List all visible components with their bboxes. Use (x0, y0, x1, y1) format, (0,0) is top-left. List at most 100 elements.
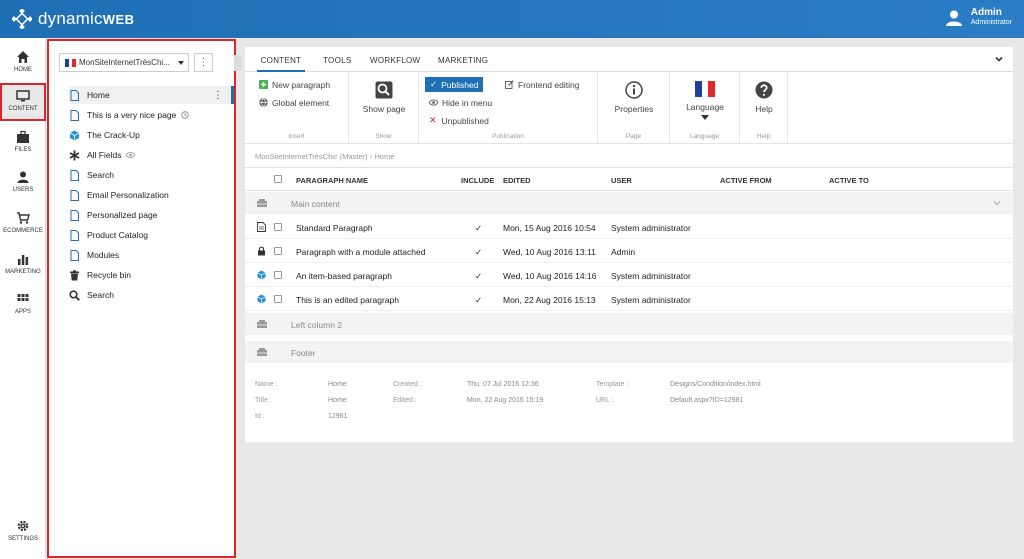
x-icon: ✕ (429, 115, 437, 125)
edited-date: Wed, 10 Aug 2016 14:16 (503, 271, 597, 281)
user-icon (945, 9, 963, 27)
tree-item-search-page[interactable]: Search (69, 166, 234, 184)
row-checkbox[interactable] (274, 271, 282, 279)
row-checkbox[interactable] (274, 295, 282, 303)
tree-item-home[interactable]: Home ⋮ (69, 86, 234, 104)
table-row[interactable]: Standard Paragraph ✓ Mon, 15 Aug 2016 10… (245, 215, 1013, 239)
new-paragraph-button[interactable]: New paragraph (259, 77, 330, 92)
info-icon (625, 81, 643, 99)
col-active-from[interactable]: ACTIVE FROM (720, 176, 772, 185)
meta-id-value: 12981 (328, 413, 348, 420)
nav-content[interactable]: CONTENT (0, 83, 46, 121)
frontend-editing-label: Frontend editing (518, 79, 580, 90)
show-page-label: Show page (362, 104, 406, 114)
nav-home[interactable]: HOME (0, 44, 46, 82)
user-menu[interactable]: Admin Administrator (945, 7, 1012, 28)
logo[interactable]: dynamicWEB (11, 8, 135, 30)
section-main-content[interactable]: Main content (245, 192, 1013, 214)
tree-item-label: Recycle bin (87, 270, 131, 280)
user-icon (17, 171, 29, 183)
left-nav: HOME CONTENT FILES USERS ECOMMERCE MARKE… (0, 38, 46, 559)
properties-button[interactable]: Properties (598, 81, 670, 114)
table-row[interactable]: Paragraph with a module attached ✓ Wed, … (245, 239, 1013, 263)
hide-in-menu-button[interactable]: Hide in menu (429, 95, 492, 110)
tree-item-product-catalog[interactable]: Product Catalog (69, 226, 234, 244)
unpublished-label: Unpublished (441, 115, 489, 126)
col-include[interactable]: INCLUDE (461, 176, 494, 185)
tree-item-modules[interactable]: Modules (69, 246, 234, 264)
language-button[interactable]: Language (670, 81, 740, 120)
breadcrumb-current: Home (374, 152, 395, 161)
global-element-button[interactable]: Global element (259, 95, 329, 110)
ribbon-group-title: Page (625, 133, 642, 140)
tree-item-recycle-bin[interactable]: Recycle bin (69, 266, 234, 284)
table-row[interactable]: An item-based paragraph ✓ Wed, 10 Aug 20… (245, 263, 1013, 287)
tree-item-personalized-page[interactable]: Personalized page (69, 206, 234, 224)
site-more-button[interactable]: ⋮ (194, 53, 213, 72)
row-checkbox[interactable] (274, 223, 282, 231)
section-footer[interactable]: Footer (245, 341, 1013, 363)
include-check: ✓ (475, 295, 483, 305)
frontend-editing-button[interactable]: Frontend editing (505, 77, 579, 92)
site-selector-value: MonSiteInternetTrèsChi... (79, 58, 170, 67)
tree-item-more-button[interactable]: ⋮ (213, 90, 223, 101)
tree-item-label: The Crack-Up (87, 130, 140, 140)
chevron-down-icon[interactable] (993, 199, 1001, 207)
tab-workflow[interactable]: WORKFLOW (370, 47, 420, 72)
paragraph-name[interactable]: Standard Paragraph (296, 223, 373, 233)
tree-item-email-personalization[interactable]: Email Personalization (69, 186, 234, 204)
paragraph-name[interactable]: This is an edited paragraph (296, 295, 399, 305)
user-name: System administrator (611, 223, 691, 233)
col-paragraph-name[interactable]: PARAGRAPH NAME (296, 176, 368, 185)
nav-ecommerce[interactable]: ECOMMERCE (0, 205, 46, 243)
nav-settings[interactable]: SETTINGS (0, 513, 46, 551)
ribbon-group-show: Show page Show (349, 72, 419, 144)
nav-apps[interactable]: APPS (0, 286, 46, 324)
ribbon-tabs: CONTENT TOOLS WORKFLOW MARKETING (245, 47, 1013, 72)
show-page-button[interactable]: Show page (349, 81, 419, 114)
tree-item-label: Search (87, 290, 114, 300)
nav-content-label: CONTENT (8, 106, 38, 112)
breadcrumb-root[interactable]: MonSiteInternetTrèsChic (Master) (255, 152, 368, 161)
bar-chart-icon (18, 255, 29, 265)
site-selector[interactable]: MonSiteInternetTrèsChi... (59, 53, 189, 72)
properties-label: Properties (614, 104, 654, 114)
nav-files-label: FILES (14, 147, 32, 153)
tree-item-search[interactable]: Search (69, 286, 234, 304)
meta-edited-label: Edited : (393, 397, 417, 404)
briefcase-icon (17, 130, 29, 143)
grid-icon (17, 294, 29, 301)
help-label: Help (755, 104, 773, 114)
tree-collapse-handle[interactable] (234, 55, 242, 71)
tree-item-all-fields[interactable]: All Fields (69, 146, 234, 164)
ribbon: New paragraph Global element Insert Show… (245, 72, 1013, 144)
tab-marketing[interactable]: MARKETING (438, 47, 488, 72)
nav-marketing[interactable]: MARKETING (0, 246, 46, 284)
section-left-column-2[interactable]: Left column 2 (245, 313, 1013, 335)
meta-url-value[interactable]: Default.aspx?ID=12981 (670, 397, 743, 404)
tree-item-crack-up[interactable]: The Crack-Up (69, 126, 234, 144)
select-all-checkbox[interactable] (274, 175, 282, 183)
col-user[interactable]: USER (611, 176, 632, 185)
nav-marketing-label: MARKETING (5, 269, 41, 275)
nav-files[interactable]: FILES (0, 124, 46, 162)
unpublished-button[interactable]: ✕ Unpublished (429, 113, 489, 128)
col-edited[interactable]: EDITED (503, 176, 531, 185)
chevron-down-icon[interactable] (995, 55, 1003, 63)
row-checkbox[interactable] (274, 247, 282, 255)
paragraph-name[interactable]: Paragraph with a module attached (296, 247, 425, 257)
published-button[interactable]: ✓ Published (425, 77, 484, 92)
nav-users[interactable]: USERS (0, 164, 46, 202)
table-row[interactable]: This is an edited paragraph ✓ Mon, 22 Au… (245, 287, 1013, 311)
nav-ecommerce-label: ECOMMERCE (3, 228, 43, 234)
tree-item-nice-page[interactable]: This is a very nice page (69, 106, 234, 124)
user-name: Admin (970, 7, 1002, 18)
tab-tools[interactable]: TOOLS (323, 47, 351, 72)
monitor-icon (16, 90, 30, 102)
help-button[interactable]: Help (740, 81, 788, 114)
col-active-to[interactable]: ACTIVE TO (829, 176, 869, 185)
tab-content[interactable]: CONTENT (257, 47, 305, 72)
paragraph-name[interactable]: An item-based paragraph (296, 271, 392, 281)
meta-template-label: Template : (596, 381, 629, 388)
cube-icon (257, 270, 266, 280)
